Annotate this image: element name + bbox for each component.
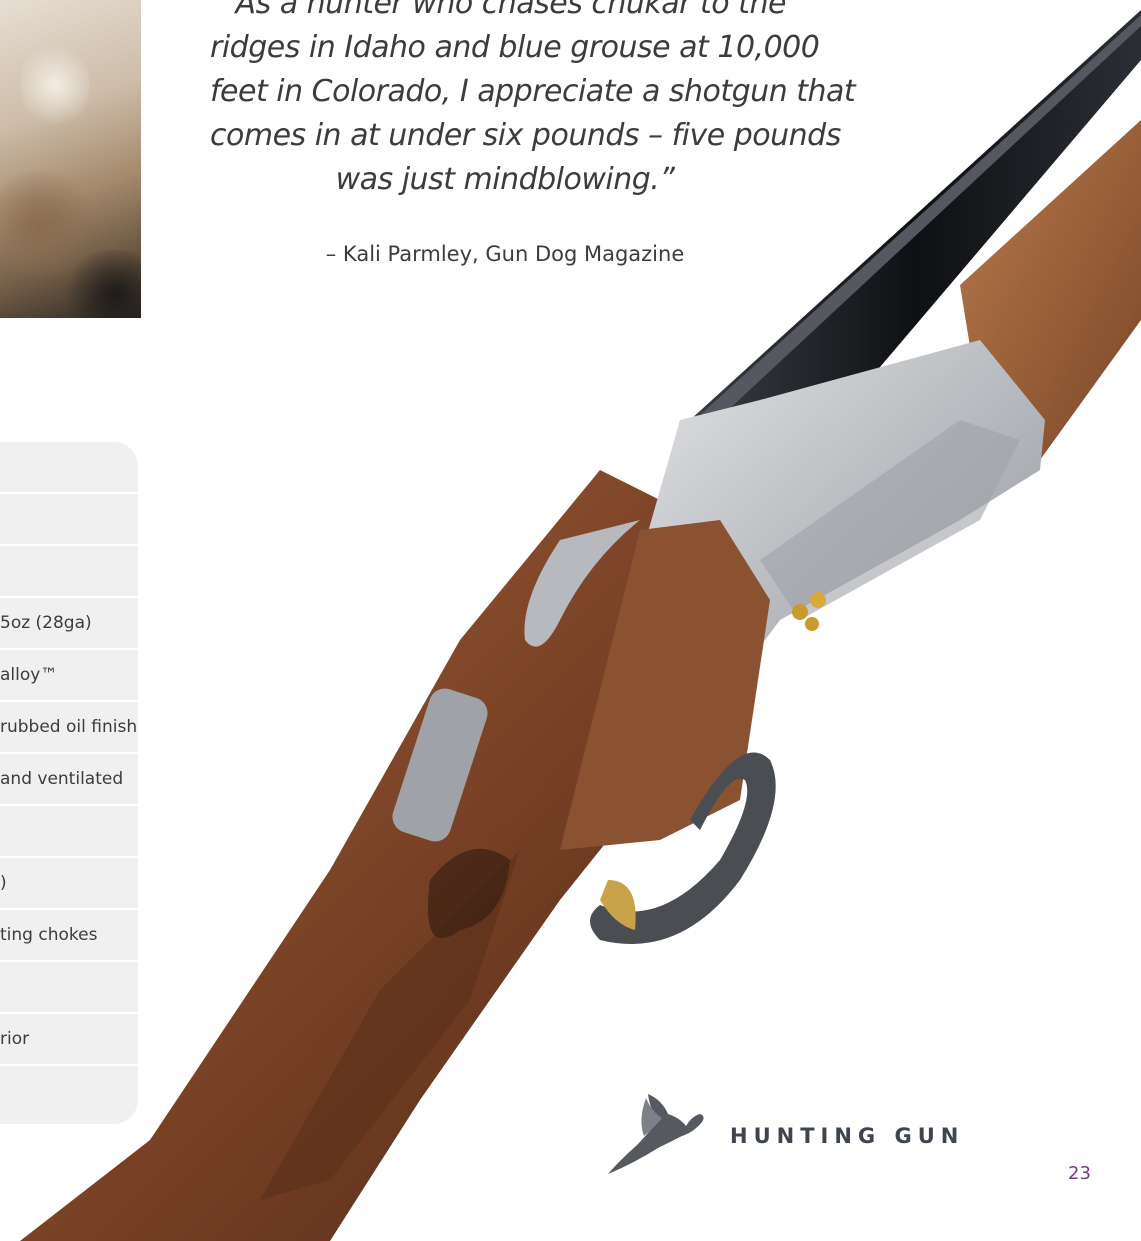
- shotgun-image: [20, 10, 1141, 1241]
- gold-inlay: [810, 592, 826, 608]
- brand-label: HUNTING GUN: [730, 1124, 965, 1148]
- gold-inlay: [805, 617, 819, 631]
- pheasant-icon: [608, 1094, 704, 1174]
- page-number: 23: [1068, 1163, 1091, 1184]
- gold-inlay: [792, 604, 808, 620]
